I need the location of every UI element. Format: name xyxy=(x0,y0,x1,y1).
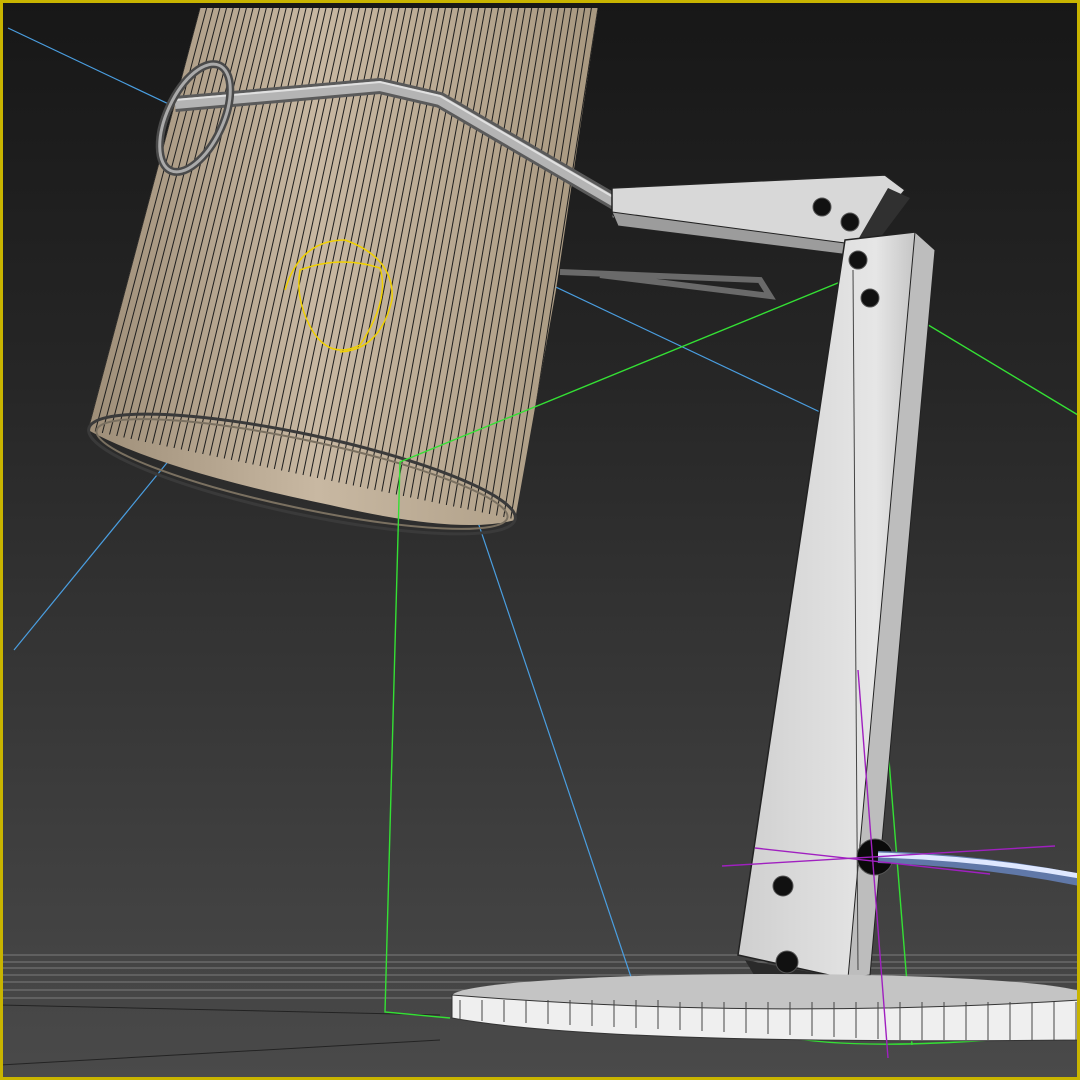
power-cable[interactable] xyxy=(877,851,1080,886)
lamp-body-column[interactable] xyxy=(737,230,936,988)
scene-canvas[interactable] xyxy=(0,0,1080,1080)
3d-viewport[interactable] xyxy=(0,0,1080,1080)
lamp-base-disc[interactable] xyxy=(451,974,1080,1042)
